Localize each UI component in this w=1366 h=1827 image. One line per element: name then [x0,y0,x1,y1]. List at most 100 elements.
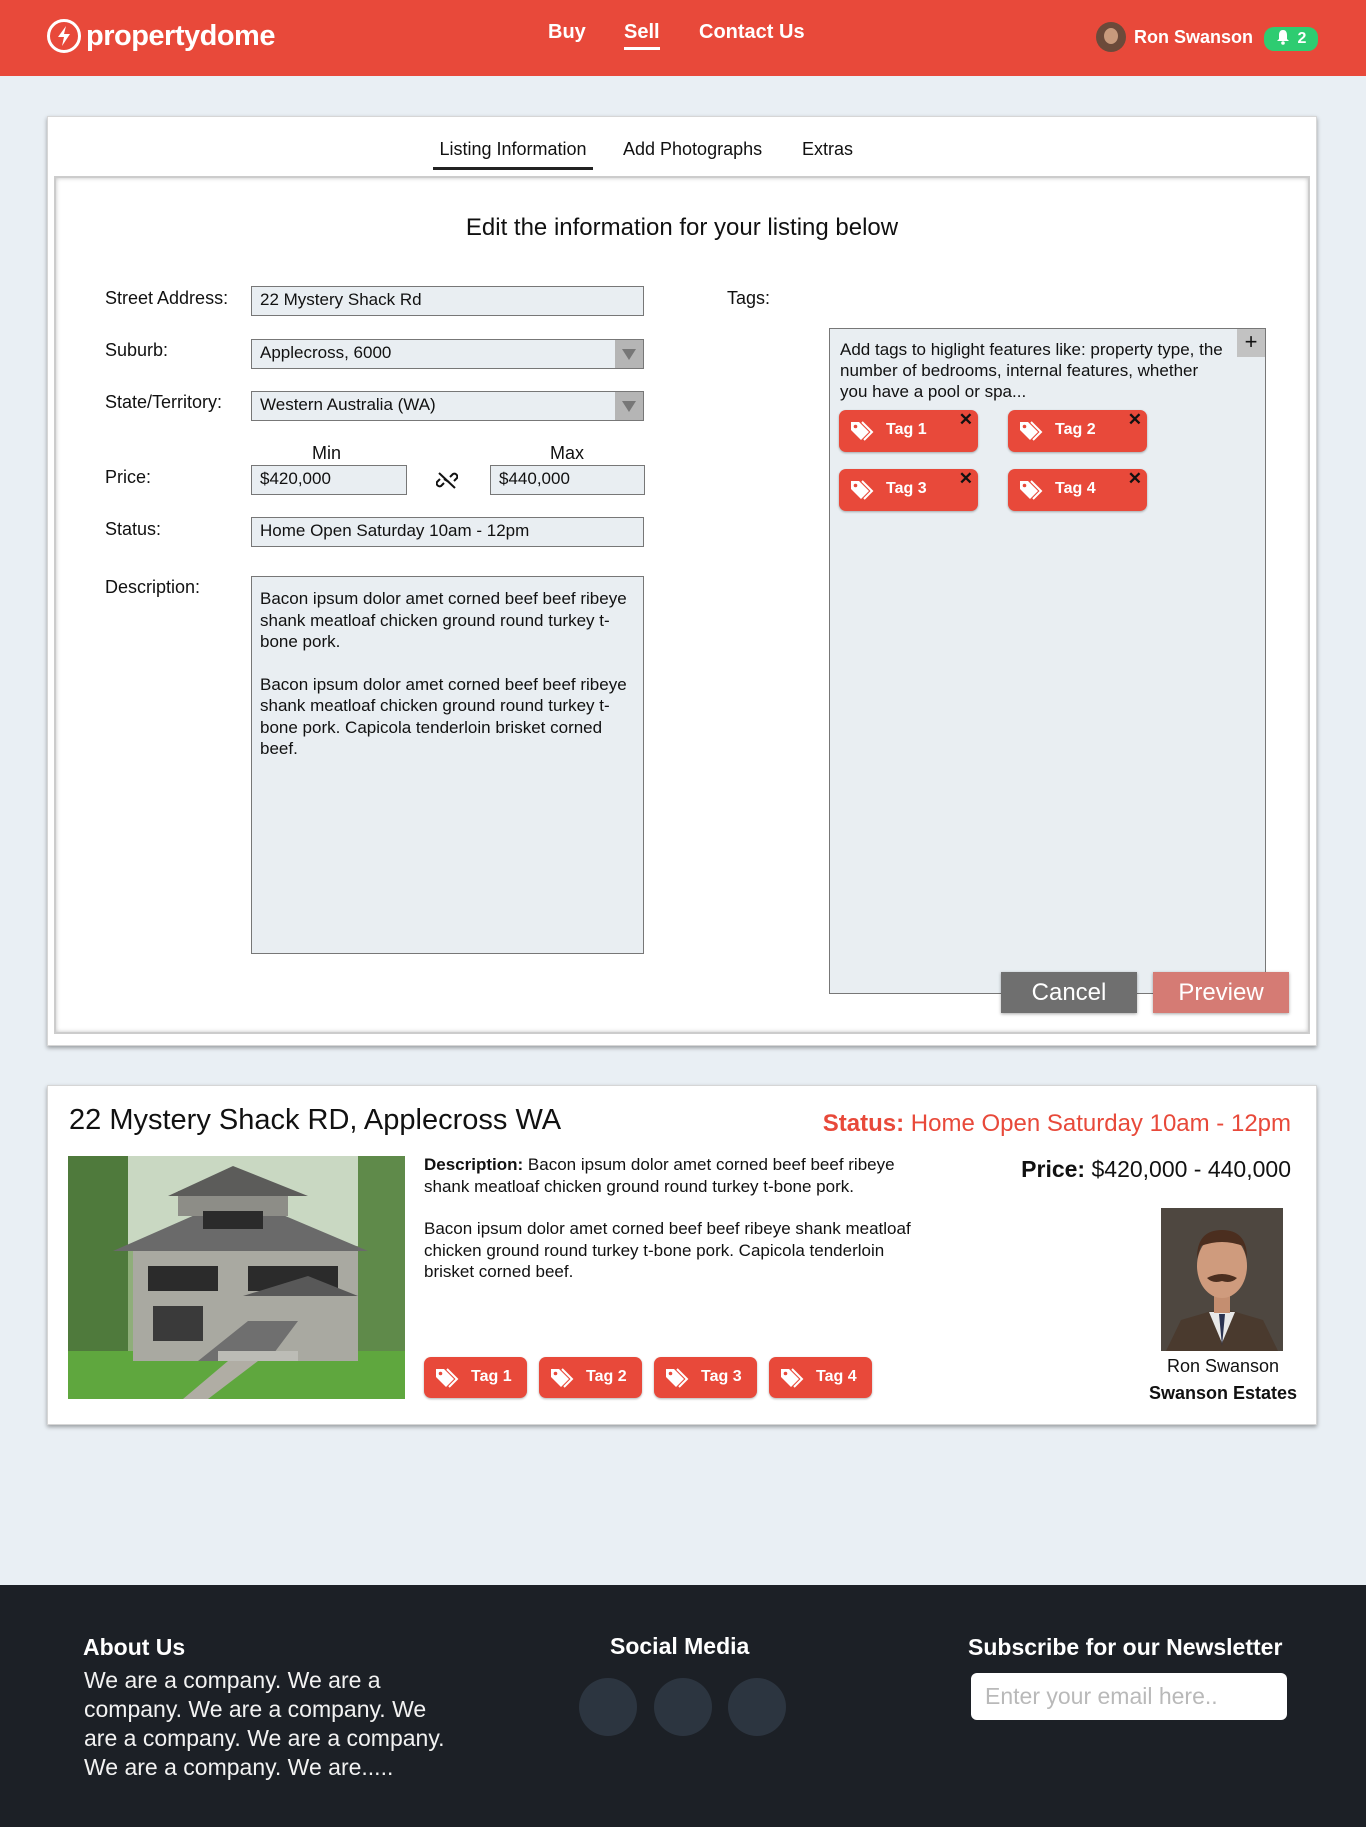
tag-icon [1018,479,1044,506]
notification-count: 2 [1297,30,1307,47]
tag-chip[interactable]: Tag 4 ✕ [1008,469,1147,511]
newsletter-email-input[interactable] [971,1673,1287,1720]
agent-company: Swanson Estates [1148,1383,1298,1403]
state-select[interactable]: Western Australia (WA) [251,391,644,421]
social-link[interactable] [579,1678,637,1736]
social-link[interactable] [728,1678,786,1736]
user-name: Ron Swanson [1134,26,1254,47]
form-title: Edit the information for your listing be… [465,214,899,241]
listing-preview-card: 22 Mystery Shack RD, Applecross WA Statu… [47,1085,1317,1425]
description-paragraph-2: Bacon ipsum dolor amet corned beef beef … [424,1219,911,1281]
tag-chip[interactable]: Tag 3 ✕ [839,469,978,511]
close-icon[interactable]: ✕ [1128,469,1142,489]
description-label: Description: [105,577,201,597]
tag-label: Tag 2 [1055,421,1096,438]
street-address-field[interactable]: 22 Mystery Shack Rd [251,286,644,316]
price-min-label: Min [312,443,342,463]
tags-hint: Add tags to higlight features like: prop… [840,340,1223,401]
close-icon[interactable]: ✕ [959,410,973,430]
tag-label: Tag 1 [886,421,927,438]
tag-icon [664,1367,690,1394]
street-label: Street Address: [105,288,229,308]
top-navbar: propertydome Buy Sell Contact Us Ron Swa… [0,0,1366,76]
tag-label: Tag 4 [1055,480,1096,497]
tag-chip[interactable]: Tag 3 [654,1357,757,1398]
tag-icon [549,1367,575,1394]
status-label: Status: [105,519,162,539]
nav-buy[interactable]: Buy [548,21,586,44]
tag-chip[interactable]: Tag 1 ✕ [839,410,978,452]
plus-icon[interactable]: + [1237,329,1265,357]
bell-icon [1276,29,1290,50]
brand-logo[interactable]: propertydome [47,19,275,53]
state-label: State/Territory: [105,392,223,412]
tag-chip[interactable]: Tag 1 [424,1357,527,1398]
tab-add-photographs[interactable]: Add Photographs [623,139,762,160]
tag-chip[interactable]: Tag 2 [539,1357,642,1398]
status-label: Status: [822,1110,905,1137]
tag-label: Tag 1 [471,1368,512,1385]
price-max-label: Max [550,443,585,463]
tag-icon [779,1367,805,1394]
notification-badge[interactable]: 2 [1264,27,1318,51]
price-min-field[interactable]: $420,000 [251,465,407,495]
tag-label: Tag 3 [886,480,927,497]
tag-chip[interactable]: Tag 2 ✕ [1008,410,1147,452]
price-value: $420,000 - 440,000 [1085,1156,1291,1182]
close-icon[interactable]: ✕ [959,469,973,489]
listing-form-panel: Edit the information for your listing be… [54,176,1310,1034]
state-value: Western Australia (WA) [260,395,436,414]
status-field[interactable]: Home Open Saturday 10am - 12pm [251,517,644,547]
social-heading: Social Media [610,1633,750,1659]
tag-icon [434,1367,460,1394]
description-paragraph-2: Bacon ipsum dolor amet corned beef beef … [260,674,627,759]
tab-listing-information[interactable]: Listing Information [433,139,593,170]
nav-sell[interactable]: Sell [624,21,660,50]
tag-label: Tag 4 [816,1368,857,1385]
social-link[interactable] [654,1678,712,1736]
tag-icon [849,420,875,447]
description-paragraph-1: Bacon ipsum dolor amet corned beef beef … [260,589,627,651]
newsletter-heading: Subscribe for our Newsletter [968,1634,1283,1660]
footer: About Us We are a company. We are a comp… [0,1585,1366,1827]
tag-icon [849,479,875,506]
description-textarea[interactable]: Bacon ipsum dolor amet corned beef beef … [251,576,644,954]
description-paragraph-1: Description: Bacon ipsum dolor amet corn… [424,1154,924,1197]
dropdown-arrow-icon[interactable] [615,340,643,368]
tag-label: Tag 3 [701,1368,742,1385]
listing-tabs: Listing Information Add Photographs Extr… [48,139,1316,170]
price-label: Price: [105,467,152,487]
tags-editor[interactable]: Add tags to higlight features like: prop… [829,328,1266,994]
tab-extras[interactable]: Extras [802,139,853,160]
about-text: We are a company. We are a company. We a… [84,1667,445,1780]
edit-listing-card: Listing Information Add Photographs Extr… [47,116,1317,1046]
avatar [1096,22,1126,52]
suburb-label: Suburb: [105,340,169,360]
tag-icon [1018,420,1044,447]
agent-name: Ron Swanson [1166,1356,1280,1376]
tags-label: Tags: [727,288,771,308]
bolt-icon [47,19,81,53]
description-label: Description: [424,1155,524,1174]
about-heading: About Us [83,1634,186,1660]
listing-title: 22 Mystery Shack RD, Applecross WA [69,1104,562,1136]
suburb-select[interactable]: Applecross, 6000 [251,339,644,369]
dropdown-arrow-icon[interactable] [615,392,643,420]
tag-chip[interactable]: Tag 4 [769,1357,872,1398]
price-max-field[interactable]: $440,000 [490,465,645,495]
listing-description: Description: Bacon ipsum dolor amet corn… [424,1154,924,1304]
cancel-button[interactable]: Cancel [1001,972,1137,1013]
house-photo[interactable] [68,1156,405,1399]
listing-status: Status: Home Open Saturday 10am - 12pm [823,1110,1291,1138]
agent-photo[interactable] [1161,1208,1283,1351]
close-icon[interactable]: ✕ [1128,410,1142,430]
listing-price: Price: $420,000 - 440,000 [1021,1156,1291,1183]
unlink-icon[interactable] [435,470,459,495]
brand-name: propertydome [86,19,275,52]
price-label: Price: [1021,1156,1086,1182]
preview-button[interactable]: Preview [1153,972,1289,1013]
suburb-value: Applecross, 6000 [260,343,392,362]
nav-contact-us[interactable]: Contact Us [699,21,805,44]
user-menu[interactable]: Ron Swanson [1096,22,1253,52]
status-value: Home Open Saturday 10am - 12pm [904,1110,1291,1137]
